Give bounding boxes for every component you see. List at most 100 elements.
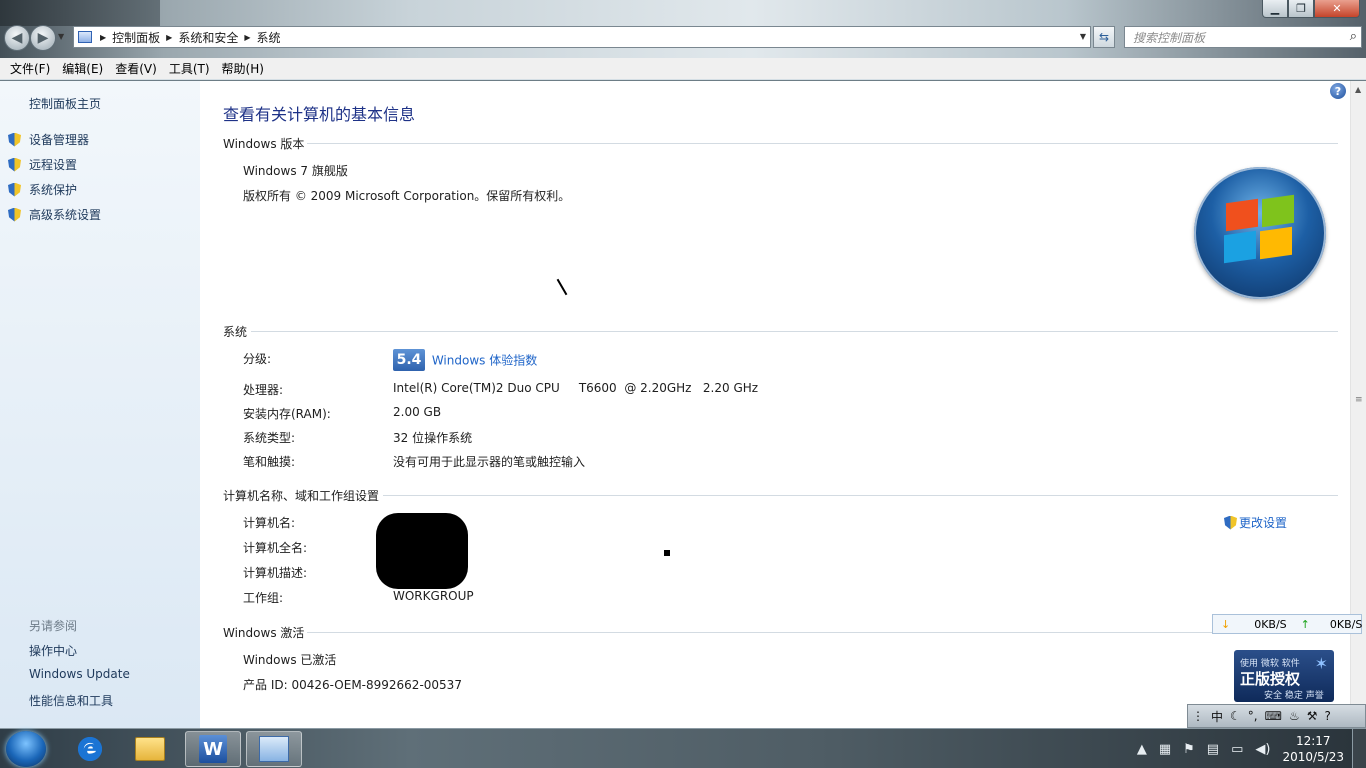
ime-moon-icon[interactable]: ☾ [1230, 709, 1241, 723]
ram-value: 2.00 GB [393, 405, 442, 419]
show-hidden-icons[interactable]: ▲ [1137, 742, 1147, 757]
address-dropdown-icon[interactable]: ▼ [1080, 32, 1086, 41]
refresh-button[interactable]: ⇆ [1093, 26, 1115, 48]
pen-touch-label: 笔和触摸: [243, 455, 296, 469]
clock[interactable]: 12:17 2010/5/23 [1282, 733, 1344, 765]
control-panel-home-link[interactable]: 控制面板主页 [29, 95, 101, 112]
breadcrumb-system[interactable]: 系统 [257, 29, 281, 46]
windows-update-link[interactable]: Windows Update [29, 667, 130, 681]
close-button[interactable]: ✕ [1314, 0, 1360, 18]
section-windows-edition: Windows 版本 [223, 135, 1338, 152]
main-content: ? 查看有关计算机的基本信息 Windows 版本 Windows 7 旗舰版 … [200, 81, 1350, 728]
full-name-label: 计算机全名: [243, 541, 308, 555]
advanced-system-settings-link[interactable]: 高级系统设置 [8, 206, 101, 223]
menu-tools[interactable]: 工具(T) [163, 60, 216, 77]
taskbar-control-panel[interactable] [246, 731, 302, 767]
forward-button[interactable]: ▶ [30, 25, 56, 51]
performance-tools-link[interactable]: 性能信息和工具 [29, 692, 113, 709]
breadcrumb-arrow-icon[interactable]: ▶ [166, 33, 172, 42]
uac-shield-icon [8, 207, 21, 222]
device-icon[interactable]: ▤ [1207, 742, 1219, 757]
link-label[interactable]: 系统保护 [29, 181, 77, 198]
remote-settings-link[interactable]: 远程设置 [8, 156, 77, 173]
breadcrumb-arrow-icon[interactable]: ▶ [244, 33, 250, 42]
menu-edit[interactable]: 编辑(E) [56, 60, 109, 77]
badge-line3: 安全 稳定 声誉 [1264, 691, 1324, 701]
activation-status: Windows 已激活 [243, 653, 337, 667]
left-task-pane: 控制面板主页 设备管理器 远程设置 系统保护 高级系统设置 另请参阅 操作中心 … [0, 81, 200, 728]
device-manager-link[interactable]: 设备管理器 [8, 131, 89, 148]
pen-touch-value: 没有可用于此显示器的笔或触控输入 [393, 455, 586, 469]
copyright-text: 版权所有 © 2009 Microsoft Corporation。保留所有权利… [243, 189, 571, 203]
help-icon[interactable]: ? [1330, 83, 1346, 99]
ime-wrench-icon[interactable]: ⚒ [1307, 709, 1318, 723]
star-icon: ✶ [1314, 654, 1328, 673]
wei-link[interactable]: Windows 体验指数 [432, 354, 537, 368]
experience-index[interactable]: 5.4 Windows 体验指数 [393, 349, 537, 371]
maximize-button[interactable]: ❐ [1288, 0, 1314, 18]
clock-time: 12:17 [1295, 734, 1331, 748]
taskbar-word[interactable]: W [185, 731, 241, 767]
search-icon[interactable]: ⌕ [1350, 29, 1357, 44]
link-label[interactable]: 设备管理器 [29, 131, 89, 148]
menu-bar: 文件(F) 编辑(E) 查看(V) 工具(T) 帮助(H) [0, 58, 1366, 80]
workgroup-value: WORKGROUP [393, 589, 474, 603]
section-header: 系统 [223, 325, 248, 339]
ime-grip-icon[interactable]: ⋮ [1192, 709, 1204, 723]
scroll-grip-icon[interactable]: ≡ [1355, 395, 1363, 405]
action-center-flag-icon[interactable]: ⚑ [1183, 742, 1195, 757]
wei-score-badge[interactable]: 5.4 [393, 349, 425, 371]
uac-shield-icon [1224, 515, 1237, 530]
uac-shield-icon [8, 157, 21, 172]
volume-icon[interactable]: ◀) [1255, 742, 1270, 757]
ime-keyboard-icon[interactable]: ⌨ [1265, 709, 1282, 723]
change-settings-link[interactable]: 更改设置 [1224, 514, 1287, 531]
desktop-background [0, 0, 160, 26]
ime-punct-icon[interactable]: °, [1248, 709, 1258, 723]
product-id: 产品 ID: 00426-OEM-8992662-00537 [243, 678, 462, 692]
ime-mode[interactable]: 中 [1211, 708, 1223, 725]
description-label: 计算机描述: [243, 566, 308, 580]
taskbar: e W ▲ ▦ ⚑ ▤ ▭ ◀) 12:17 2010/5/23 [0, 728, 1366, 768]
system-tray: ▲ ▦ ⚑ ▤ ▭ ◀) 12:17 2010/5/23 [1137, 729, 1366, 768]
taskbar-ie[interactable]: e [62, 731, 118, 767]
redacted-area [376, 513, 468, 589]
breadcrumb-system-security[interactable]: 系统和安全 [178, 29, 238, 46]
scroll-up-icon[interactable]: ▲ [1355, 85, 1361, 94]
minimize-button[interactable]: ▁ [1262, 0, 1288, 18]
system-type-value: 32 位操作系统 [393, 431, 473, 445]
genuine-software-badge[interactable]: 使用 微软 软件 ✶ 正版授权 安全 稳定 声誉 [1234, 650, 1334, 702]
control-panel-icon [259, 736, 289, 762]
menu-file[interactable]: 文件(F) [4, 60, 56, 77]
ime-help-icon[interactable]: ? [1324, 709, 1330, 723]
breadcrumb-arrow-icon[interactable]: ▶ [100, 33, 106, 42]
link-label[interactable]: 高级系统设置 [29, 206, 101, 223]
search-input[interactable]: 搜索控制面板 ⌕ [1124, 26, 1362, 48]
processor-label: 处理器: [243, 383, 284, 397]
uac-shield-icon [8, 182, 21, 197]
action-center-link[interactable]: 操作中心 [29, 642, 77, 659]
change-settings-label[interactable]: 更改设置 [1239, 514, 1287, 531]
divider [251, 331, 1338, 332]
tray-app-icon[interactable]: ▦ [1159, 742, 1171, 757]
taskbar-explorer[interactable] [122, 731, 178, 767]
internet-explorer-icon: e [76, 735, 104, 763]
download-speed: 0KB/S [1254, 617, 1287, 631]
back-button[interactable]: ◀ [4, 25, 30, 51]
folder-icon [135, 737, 165, 761]
system-protection-link[interactable]: 系统保护 [8, 181, 77, 198]
processor-value: Intel(R) Core(TM)2 Duo CPU T6600 @ 2.20G… [393, 381, 759, 395]
upload-speed: 0KB/S [1329, 617, 1363, 631]
breadcrumb-control-panel[interactable]: 控制面板 [112, 29, 160, 46]
start-button[interactable] [6, 731, 46, 767]
word-icon: W [199, 735, 227, 763]
address-bar[interactable]: ▶ 控制面板 ▶ 系统和安全 ▶ 系统 ▼ [73, 26, 1091, 48]
menu-view[interactable]: 查看(V) [109, 60, 163, 77]
menu-help[interactable]: 帮助(H) [216, 60, 270, 77]
network-icon[interactable]: ▭ [1231, 742, 1243, 757]
search-placeholder: 搜索控制面板 [1133, 30, 1206, 45]
show-desktop-button[interactable] [1352, 729, 1366, 768]
link-label[interactable]: 远程设置 [29, 156, 77, 173]
recent-pages-dropdown[interactable]: ▼ [58, 32, 64, 41]
ime-bulb-icon[interactable]: ♨ [1289, 709, 1300, 723]
